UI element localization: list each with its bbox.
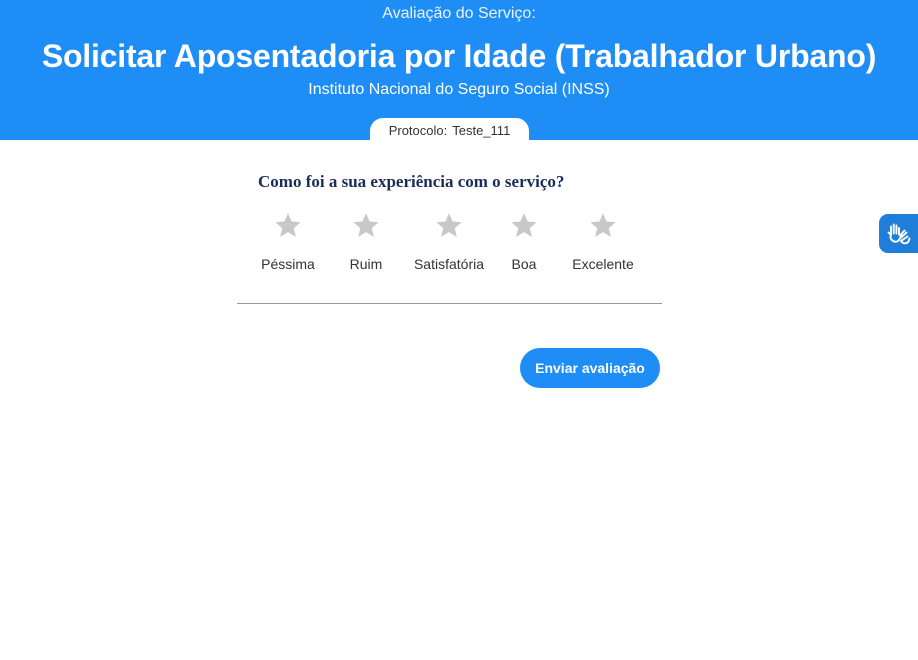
evaluation-eyebrow: Avaliação do Serviço: [382, 5, 536, 22]
star-rating: Péssima Ruim Satisfatória Boa Excelente [258, 210, 648, 280]
sign-language-hands-icon [887, 223, 911, 245]
rating-label: Boa [511, 256, 537, 272]
star-icon [588, 211, 618, 241]
rating-label: Ruim [349, 256, 383, 272]
protocol-value: Teste_111 [452, 123, 511, 138]
evaluation-page: Avaliação do Serviço: Solicitar Aposenta… [0, 0, 918, 660]
star-icon [273, 211, 303, 241]
rating-option-ruim[interactable]: Ruim [326, 210, 406, 276]
rating-label: Péssima [261, 256, 315, 272]
comment-field-divider [237, 303, 662, 304]
rating-option-excelente[interactable]: Excelente [563, 210, 643, 276]
rating-option-satisfatoria[interactable]: Satisfatória [405, 210, 493, 276]
rating-option-boa[interactable]: Boa [484, 210, 564, 276]
service-title: Solicitar Aposentadoria por Idade (Traba… [41, 38, 877, 74]
submit-evaluation-button[interactable]: Enviar avaliação [520, 348, 660, 388]
protocol-label: Protocolo: [388, 123, 448, 138]
protocol-badge: Protocolo: Teste_111 [370, 118, 529, 144]
survey-question: Como foi a sua experiência com o serviço… [258, 172, 565, 191]
star-icon [351, 211, 381, 241]
agency-name: Instituto Nacional do Seguro Social (INS… [308, 81, 610, 98]
rating-label: Satisfatória [413, 256, 485, 272]
sign-language-accessibility-button[interactable] [879, 214, 918, 253]
rating-option-pessima[interactable]: Péssima [248, 210, 328, 276]
rating-label: Excelente [572, 256, 634, 272]
star-icon [509, 211, 539, 241]
star-icon [434, 211, 464, 241]
